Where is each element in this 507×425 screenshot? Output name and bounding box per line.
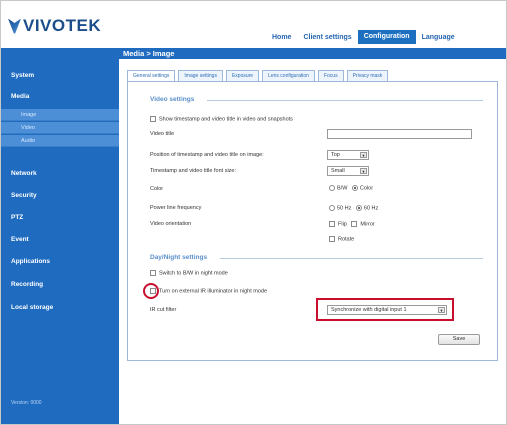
sidebar: System Media Image Video Audio Network S… — [1, 48, 119, 424]
save-button[interactable]: Save — [438, 334, 480, 345]
video-title-label: Video title — [150, 131, 175, 137]
section-divider — [207, 100, 483, 101]
switch-bw-checkbox[interactable] — [150, 270, 156, 276]
orientation-label: Video orientation — [150, 221, 192, 227]
power-60hz-radio[interactable] — [355, 205, 362, 211]
mirror-checkbox[interactable] — [351, 221, 358, 227]
color-color-radio[interactable] — [351, 185, 358, 191]
vivotek-logo: VIVOTEK — [8, 16, 101, 36]
ir-illuminator-label: Turn on external IR illuminator in night… — [159, 288, 268, 295]
ir-cut-label: IR cut filter — [150, 307, 177, 313]
switch-bw-label: Switch to B/W in night mode — [159, 270, 228, 277]
show-timestamp-row: Show timestamp and video title in video … — [150, 116, 293, 122]
sidebar-item-recording[interactable]: Recording — [1, 281, 119, 288]
sidebar-item-ptz[interactable]: PTZ — [1, 214, 119, 221]
power-50hz-label: 50 Hz — [337, 205, 352, 212]
power-line-options: 50 Hz 60 Hz — [329, 205, 378, 211]
video-settings-title: Video settings — [150, 96, 195, 103]
sidebar-item-media[interactable]: Media — [1, 93, 119, 100]
top-nav: Home Client settings Configuration Langu… — [266, 30, 461, 44]
dropdown-arrow-icon: ▼ — [360, 152, 367, 158]
sidebar-subitem-video[interactable]: Video — [1, 122, 119, 134]
tab-bar: General settings Image settings Exposure… — [127, 70, 389, 81]
nav-configuration[interactable]: Configuration — [357, 30, 416, 44]
breadcrumb: Media > Image — [119, 48, 506, 59]
sidebar-item-local-storage[interactable]: Local storage — [1, 304, 119, 311]
sidebar-item-system[interactable]: System — [1, 72, 119, 79]
color-color-label: Color — [359, 185, 374, 192]
ir-illuminator-row: Turn on external IR illuminator in night… — [150, 288, 267, 294]
color-options: B/W Color — [329, 185, 373, 191]
color-bw-radio[interactable] — [329, 185, 335, 191]
tab-privacy-mask[interactable]: Privacy mask — [346, 70, 389, 81]
power-50hz-radio[interactable] — [329, 205, 335, 211]
tab-exposure[interactable]: Exposure — [225, 70, 260, 81]
sidebar-item-network[interactable]: Network — [1, 170, 119, 177]
switch-bw-row: Switch to B/W in night mode — [150, 270, 228, 276]
nav-client-settings[interactable]: Client settings — [297, 34, 357, 41]
tab-lens-configuration[interactable]: Lens configuration — [262, 70, 315, 81]
rotate-label: Rotate — [338, 236, 355, 243]
orientation-flip-mirror: Flip Mirror — [329, 221, 375, 227]
color-bw-label: B/W — [337, 185, 348, 192]
tab-focus[interactable]: Focus — [317, 70, 344, 81]
daynight-settings-title: Day/Night settings — [150, 254, 208, 261]
sidebar-subitem-image[interactable]: Image — [1, 109, 119, 121]
dropdown-arrow-icon: ▼ — [360, 168, 367, 174]
tab-general-settings[interactable]: General settings — [127, 70, 176, 81]
mirror-label: Mirror — [360, 221, 375, 228]
power-line-label: Power line frequency — [150, 205, 202, 211]
highlight-circle-annotation — [143, 283, 159, 299]
sidebar-subitem-audio[interactable]: Audio — [1, 135, 119, 147]
logo-text: VIVOTEK — [23, 16, 102, 35]
power-60hz-label: 60 Hz — [363, 205, 379, 212]
nav-home[interactable]: Home — [266, 34, 297, 41]
sidebar-item-event[interactable]: Event — [1, 236, 119, 243]
font-size-value: Small — [331, 168, 345, 174]
version-label: Version: 0000 — [11, 400, 42, 406]
font-size-label: Timestamp and video title font size: — [150, 168, 237, 174]
sidebar-item-security[interactable]: Security — [1, 192, 119, 199]
tab-image-settings[interactable]: Image settings — [178, 70, 223, 81]
section-divider — [220, 258, 483, 259]
position-label: Position of timestamp and video title on… — [150, 152, 264, 158]
position-select[interactable]: Top ▼ — [327, 150, 369, 160]
show-timestamp-label: Show timestamp and video title in video … — [159, 116, 293, 123]
flip-checkbox[interactable] — [329, 221, 335, 227]
highlight-rect-annotation — [316, 298, 454, 321]
font-size-select[interactable]: Small ▼ — [327, 166, 369, 176]
nav-language[interactable]: Language — [416, 34, 461, 41]
show-timestamp-checkbox[interactable] — [150, 116, 156, 122]
position-value: Top — [331, 152, 340, 158]
sidebar-item-applications[interactable]: Applications — [1, 258, 119, 265]
color-label: Color — [150, 186, 164, 192]
orientation-rotate: Rotate — [329, 236, 354, 242]
logo-mark-icon — [8, 18, 21, 34]
flip-label: Flip — [338, 221, 347, 228]
rotate-checkbox[interactable] — [329, 236, 335, 242]
video-title-input[interactable] — [327, 129, 472, 139]
